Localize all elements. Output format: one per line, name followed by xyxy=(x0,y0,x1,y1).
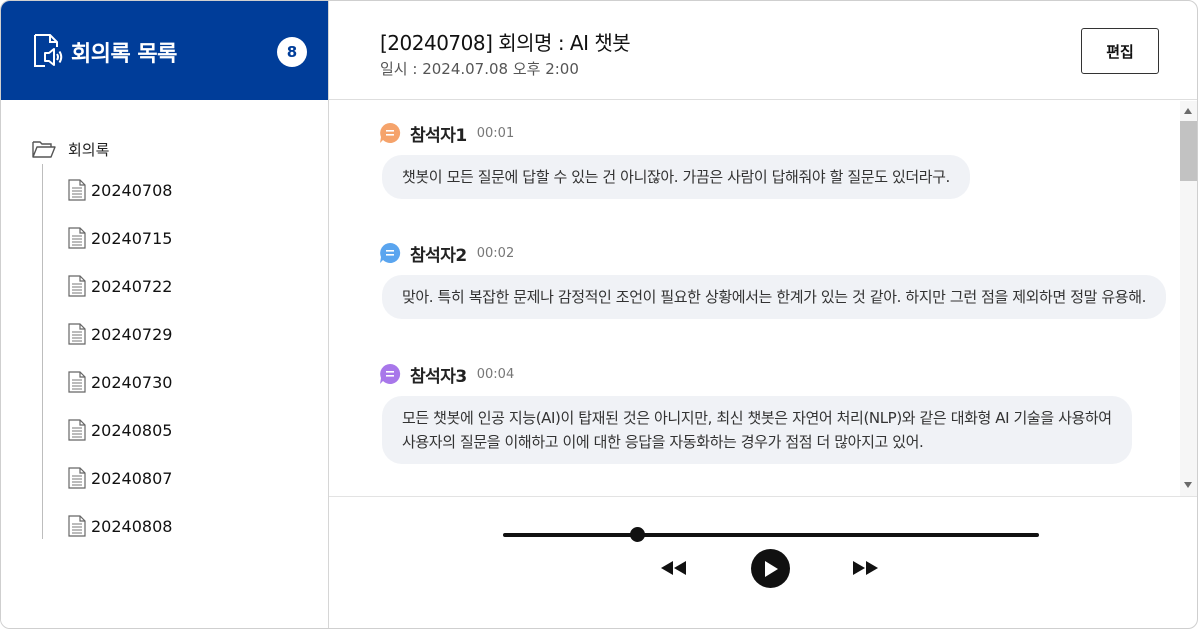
speaker-row: 참석자3 00:04 xyxy=(379,362,1132,387)
message: 참석자1 00:01 챗봇이 모든 질문에 답할 수 있는 건 아니잖아. 가끔… xyxy=(379,121,970,199)
tree-item-label: 20240807 xyxy=(91,469,173,488)
file-icon xyxy=(68,323,86,345)
tree-item[interactable]: 20240808 xyxy=(68,513,172,561)
meeting-app: 회의록 목록 8 회의록 20240708 20240715 20240722 xyxy=(0,0,1198,629)
file-icon xyxy=(68,227,86,249)
tree-connector-line xyxy=(42,164,43,539)
speaker-row: 참석자2 00:02 xyxy=(379,241,1166,266)
message-bubble: 챗봇이 모든 질문에 답할 수 있는 건 아니잖아. 가끔은 사람이 답해줘야 … xyxy=(382,155,970,199)
file-icon xyxy=(68,275,86,297)
fast-forward-button[interactable] xyxy=(851,557,879,579)
tree-item-label: 20240722 xyxy=(91,277,173,296)
tree-item-label: 20240805 xyxy=(91,421,173,440)
speaker-timestamp: 00:01 xyxy=(476,125,515,141)
audio-player xyxy=(329,498,1197,628)
speaker-row: 참석자1 00:01 xyxy=(379,121,970,146)
progress-track[interactable] xyxy=(503,533,1039,537)
tree-item[interactable]: 20240729 xyxy=(68,321,172,369)
play-icon xyxy=(764,560,778,577)
speaker-name: 참석자2 xyxy=(410,245,467,266)
message-line: 모든 챗봇에 인공 지능(AI)이 탑재된 것은 아니지만, 최신 챗봇은 자연… xyxy=(402,409,1112,427)
message: 참석자2 00:02 맞아. 특히 복잡한 문제나 감정적인 조언이 필요한 상… xyxy=(379,241,1166,319)
play-button[interactable] xyxy=(751,549,790,588)
tree-item[interactable]: 20240715 xyxy=(68,225,172,273)
message-line: 맞아. 특히 복잡한 문제나 감정적인 조언이 필요한 상황에서는 한계가 있는… xyxy=(402,288,1146,306)
message: 참석자3 00:04 모든 챗봇에 인공 지능(AI)이 탑재된 것은 아니지만… xyxy=(379,362,1132,464)
transcript-panel[interactable]: 참석자1 00:01 챗봇이 모든 질문에 답할 수 있는 건 아니잖아. 가끔… xyxy=(329,101,1197,497)
tree-root-folder[interactable]: 회의록 xyxy=(32,137,109,161)
rewind-icon xyxy=(661,561,686,575)
tree-item[interactable]: 20240805 xyxy=(68,417,172,465)
file-icon xyxy=(68,515,86,537)
progress-knob[interactable] xyxy=(629,527,645,542)
meeting-date: 일시 : 2024.07.08 오후 2:00 xyxy=(380,60,579,78)
tree-item-label: 20240729 xyxy=(91,325,173,344)
rewind-button[interactable] xyxy=(660,557,688,579)
count-badge: 8 xyxy=(277,37,307,67)
speech-bubble-icon xyxy=(380,242,401,263)
speaker-timestamp: 00:02 xyxy=(476,245,515,261)
file-icon xyxy=(68,419,86,441)
scroll-thumb[interactable] xyxy=(1180,121,1197,181)
tree-item-label: 20240708 xyxy=(91,181,173,200)
fast-forward-icon xyxy=(853,561,878,575)
edit-button[interactable]: 편집 xyxy=(1081,28,1159,74)
transcript-scrollbar[interactable] xyxy=(1180,101,1197,496)
tree-items: 20240708 20240715 20240722 20240729 2024… xyxy=(68,177,172,561)
main-panel: [20240708] 회의명 : AI 챗봇 일시 : 2024.07.08 오… xyxy=(329,1,1197,628)
sidebar-title: 회의록 목록 xyxy=(71,42,177,67)
scroll-down-arrow-icon[interactable] xyxy=(1184,482,1192,488)
speaker-name: 참석자3 xyxy=(410,366,467,387)
sidebar: 회의록 목록 8 회의록 20240708 20240715 20240722 xyxy=(1,1,329,628)
speaker-name: 참석자1 xyxy=(410,125,467,146)
folder-open-icon xyxy=(32,141,56,158)
meeting-header: [20240708] 회의명 : AI 챗봇 일시 : 2024.07.08 오… xyxy=(329,1,1197,100)
file-icon xyxy=(68,371,86,393)
file-icon xyxy=(68,179,86,201)
message-bubble: 모든 챗봇에 인공 지능(AI)이 탑재된 것은 아니지만, 최신 챗봇은 자연… xyxy=(382,396,1132,464)
tree-item[interactable]: 20240708 xyxy=(68,177,172,225)
meeting-title: [20240708] 회의명 : AI 챗봇 xyxy=(380,31,631,55)
file-icon xyxy=(68,467,86,489)
scroll-up-arrow-icon[interactable] xyxy=(1184,108,1192,114)
message-line: 챗봇이 모든 질문에 답할 수 있는 건 아니잖아. 가끔은 사람이 답해줘야 … xyxy=(402,168,950,186)
tree-item[interactable]: 20240730 xyxy=(68,369,172,417)
sidebar-header: 회의록 목록 8 xyxy=(1,1,328,100)
tree-root-label: 회의록 xyxy=(68,140,110,159)
message-bubble: 맞아. 특히 복잡한 문제나 감정적인 조언이 필요한 상황에서는 한계가 있는… xyxy=(382,275,1166,319)
tree-item-label: 20240715 xyxy=(91,229,173,248)
message-line: 사용자의 질문을 이해하고 이에 대한 응답을 자동화하는 경우가 점점 더 많… xyxy=(402,433,924,451)
tree-item-label: 20240808 xyxy=(91,517,173,536)
document-audio-icon xyxy=(34,34,63,67)
speech-bubble-icon xyxy=(380,122,401,143)
tree-item[interactable]: 20240722 xyxy=(68,273,172,321)
speech-bubble-icon xyxy=(380,363,401,384)
tree-item-label: 20240730 xyxy=(91,373,173,392)
speaker-timestamp: 00:04 xyxy=(476,366,515,382)
tree-item[interactable]: 20240807 xyxy=(68,465,172,513)
